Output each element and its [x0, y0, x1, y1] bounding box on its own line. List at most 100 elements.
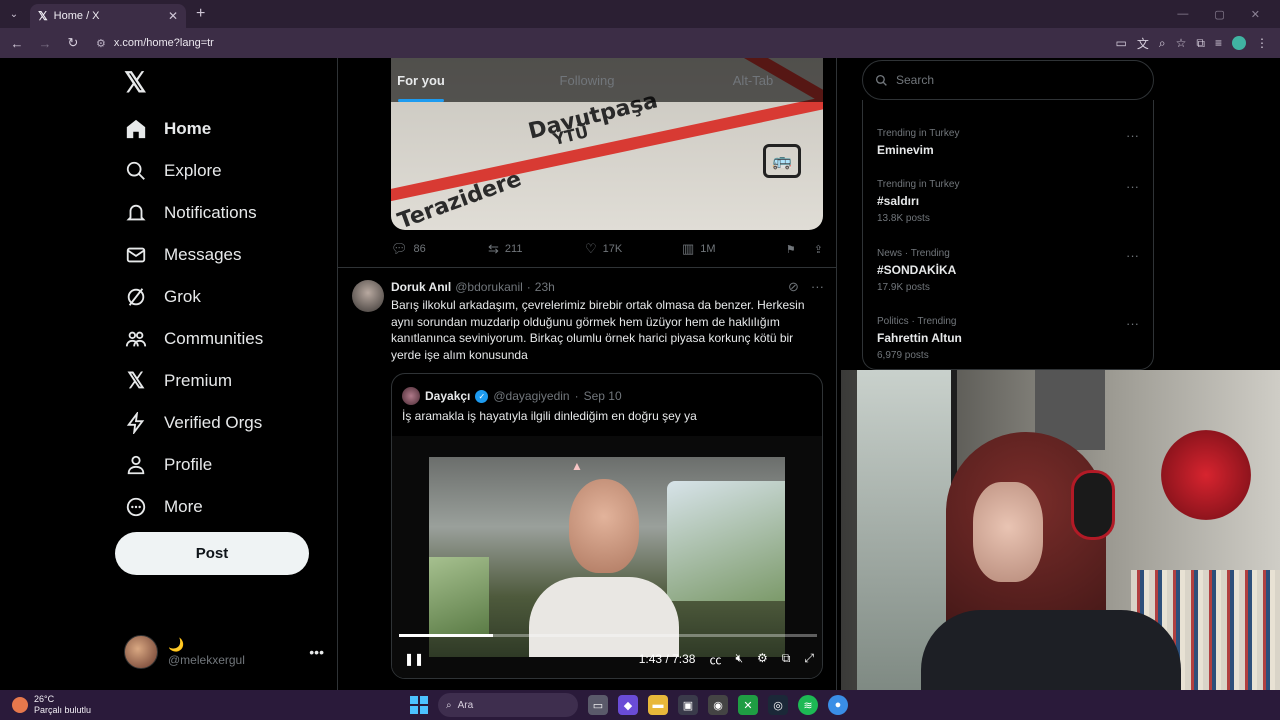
back-arrow-icon[interactable]: ←	[6, 32, 28, 54]
site-info-icon[interactable]: ⚙	[96, 37, 106, 50]
sidebar-item-profile[interactable]: Profile	[124, 444, 263, 486]
video-time: 1:43 / 7:38	[638, 652, 696, 666]
video-scene-window	[667, 481, 785, 601]
more-dots-icon[interactable]: ···	[1126, 179, 1139, 194]
bookmark-icon[interactable]: ⚑	[786, 243, 796, 256]
tweet-time[interactable]: 23h	[535, 280, 555, 294]
extensions-icon[interactable]: ⧉	[1196, 36, 1205, 51]
sidebar-item-messages[interactable]: Messages	[124, 234, 263, 276]
close-window-icon[interactable]: ✕	[1251, 8, 1260, 21]
sidebar-item-label: Grok	[164, 287, 201, 306]
sidebar-item-notifications[interactable]: Notifications	[124, 192, 263, 234]
sidebar-item-grok[interactable]: Grok	[124, 276, 263, 318]
trend-item[interactable]: Trending in Turkey #saldırı 13.8K posts …	[877, 179, 1139, 224]
tab-for-you[interactable]: For you	[338, 58, 504, 102]
window-controls: — ▢ ✕	[1177, 8, 1280, 21]
sidebar-item-premium[interactable]: 𝕏 Premium	[124, 360, 263, 402]
new-tab-button[interactable]: +	[196, 5, 205, 23]
video-player[interactable]: ❚❚ 1:43 / 7:38 ㏄ 🔇︎ ⚙ ⧉ ⤢	[392, 436, 822, 678]
address-bar: ← → ↻ ⚙ x.com/home?lang=tr ▭ 文 ⌕ ☆ ⧉ ≡ ⋮	[0, 28, 1280, 58]
more-dots-icon[interactable]: ···	[1126, 128, 1139, 143]
spotify-icon[interactable]: ≋	[798, 695, 818, 715]
x-logo-icon[interactable]: 𝕏	[124, 66, 147, 99]
sidebar-item-label: Profile	[164, 455, 213, 474]
copilot-icon[interactable]: ◆	[618, 695, 638, 715]
zoom-icon[interactable]: ⌕	[1159, 36, 1166, 51]
browser-tab[interactable]: 𝕏 Home / X ✕	[30, 4, 186, 28]
taskbar-search[interactable]: ⌕ Ara	[438, 693, 578, 717]
tweet-header-actions: ⊘ ···	[788, 279, 824, 295]
tweet-author-name[interactable]: Doruk Anıl	[391, 280, 451, 294]
quoted-tweet[interactable]: Dayakçı ✓ @dayagiyedin · Sep 10 İş arama…	[391, 373, 823, 679]
forward-arrow-icon[interactable]: →	[34, 32, 56, 54]
share-icon[interactable]: ⇪	[814, 243, 823, 256]
more-dots-icon[interactable]: ···	[1126, 316, 1139, 331]
store-icon[interactable]: ▣	[678, 695, 698, 715]
pause-icon[interactable]: ❚❚	[404, 652, 424, 666]
task-view-icon[interactable]: ▭	[588, 695, 608, 715]
more-dots-icon[interactable]: ···	[1126, 248, 1139, 263]
search-input[interactable]: Search	[862, 60, 1154, 100]
avatar[interactable]	[352, 280, 384, 312]
media-icon[interactable]: ≡	[1215, 36, 1222, 50]
translate-icon[interactable]: 文	[1137, 35, 1149, 52]
webcam-flowers	[1161, 430, 1251, 520]
more-dots-icon[interactable]: ···	[811, 279, 824, 295]
views-button[interactable]: ▥ 1M	[682, 241, 779, 257]
sidebar-item-communities[interactable]: Communities	[124, 318, 263, 360]
windows-start-icon[interactable]	[410, 696, 428, 714]
bookmark-star-icon[interactable]: ☆	[1176, 36, 1187, 50]
sidebar-item-explore[interactable]: Explore	[124, 150, 263, 192]
maximize-icon[interactable]: ▢	[1214, 8, 1224, 21]
bolt-icon	[124, 411, 148, 435]
search-icon	[124, 159, 148, 183]
tweet-author-handle[interactable]: @bdorukanil	[455, 280, 523, 294]
more-dots-icon[interactable]: •••	[309, 644, 324, 660]
sidebar-item-label: Notifications	[164, 203, 257, 222]
sidebar-item-home[interactable]: Home	[124, 108, 263, 150]
quote-author-name: Dayakçı	[425, 389, 471, 403]
minimize-icon[interactable]: —	[1177, 8, 1188, 21]
captions-icon[interactable]: ㏄	[709, 651, 721, 668]
video-progress-fill	[399, 634, 494, 637]
cast-icon[interactable]: ▭	[1116, 36, 1127, 50]
tab-following[interactable]: Following	[504, 58, 670, 102]
tab-alt-tab[interactable]: Alt-Tab	[670, 58, 836, 102]
video-progress-bar[interactable]	[399, 634, 817, 637]
video-control-icons: ㏄ 🔇︎ ⚙ ⧉ ⤢	[709, 651, 814, 668]
url-text: x.com/home?lang=tr	[113, 37, 214, 49]
video-scene-person	[529, 577, 679, 657]
weather-widget[interactable]: 26°C Parçalı bulutlu	[0, 694, 200, 716]
file-explorer-icon[interactable]: ▬	[648, 695, 668, 715]
repost-button[interactable]: ⇆ 211	[488, 241, 585, 257]
chrome-icon[interactable]: ●	[828, 695, 848, 715]
video-frame	[429, 457, 785, 657]
reload-icon[interactable]: ↻	[62, 32, 84, 54]
sidebar-item-verified-orgs[interactable]: Verified Orgs	[124, 402, 263, 444]
steam-icon[interactable]: ◎	[768, 695, 788, 715]
browser-profile-avatar[interactable]	[1232, 36, 1246, 50]
obs-icon[interactable]: ◉	[708, 695, 728, 715]
reply-button[interactable]: 💬︎ 86	[391, 241, 488, 257]
trend-count: 6,979 posts	[877, 350, 929, 361]
pip-icon[interactable]: ⧉	[782, 651, 791, 668]
account-switcher[interactable]: 🌙 @melekxergul •••	[124, 632, 324, 672]
sidebar-item-more[interactable]: More	[124, 486, 263, 528]
browser-menu-icon[interactable]: ⋮	[1256, 36, 1268, 50]
x-favicon-icon: 𝕏	[38, 9, 48, 23]
trend-item[interactable]: Trending in Turkey Eminevim ···	[877, 128, 1139, 157]
url-field[interactable]: ⚙ x.com/home?lang=tr	[90, 32, 1110, 54]
mute-icon[interactable]: 🔇︎	[735, 651, 743, 668]
trend-item[interactable]: Politics · Trending Fahrettin Altun 6,97…	[877, 316, 1139, 361]
settings-gear-icon[interactable]: ⚙	[757, 651, 768, 668]
tab-list-button[interactable]: ⌄	[0, 0, 28, 28]
sidebar-item-label: Messages	[164, 245, 242, 264]
fullscreen-icon[interactable]: ⤢	[804, 651, 814, 668]
like-button[interactable]: ♡ 17K	[585, 241, 682, 257]
xbox-icon[interactable]: ✕	[738, 695, 758, 715]
grok-icon[interactable]: ⊘	[788, 279, 799, 295]
close-tab-icon[interactable]: ✕	[168, 9, 178, 23]
post-button[interactable]: Post	[115, 532, 309, 575]
trend-item[interactable]: News · Trending #SONDAKİKA 17.9K posts ·…	[877, 248, 1139, 293]
avatar	[124, 635, 158, 669]
